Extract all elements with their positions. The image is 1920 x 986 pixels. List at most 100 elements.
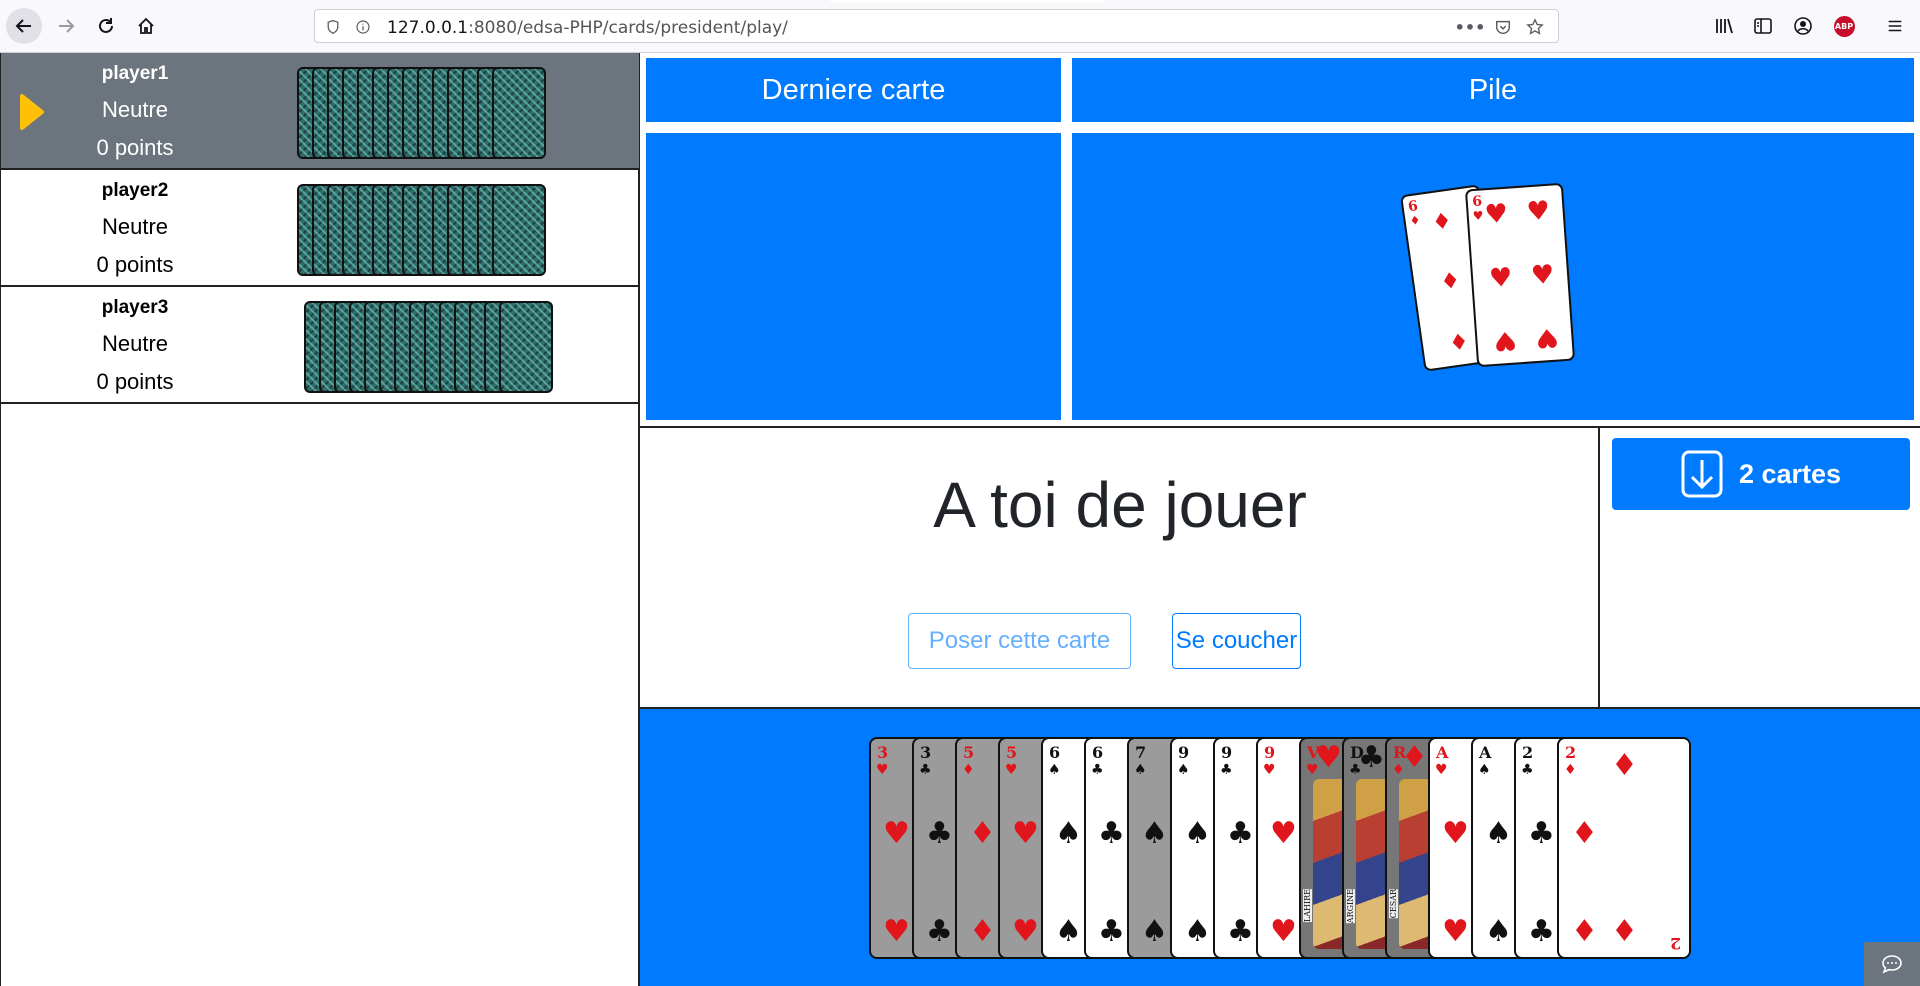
browser-toolbar: 127.0.0.1:8080/edsa-PHP/cards/president/…	[0, 0, 1920, 53]
card-back	[492, 67, 546, 159]
menu-icon[interactable]	[1883, 14, 1907, 38]
card-suit: ♦	[1571, 914, 1598, 949]
sidebar-icon[interactable]	[1751, 14, 1775, 38]
card-suit: ♣	[1227, 914, 1254, 949]
card-suit: ♠	[1184, 816, 1211, 851]
card-rank: 3	[920, 743, 932, 762]
play-card-button[interactable]: Poser cette carte	[908, 613, 1131, 669]
card-suit: ♣	[1358, 740, 1385, 775]
player-row: player2 Neutre 0 points	[1, 170, 639, 287]
card-suit: ♥	[876, 762, 889, 778]
card-suit: ♣	[1220, 762, 1233, 778]
card-rank: 9	[1178, 743, 1190, 762]
card-suit: ♦	[969, 816, 996, 851]
reload-button[interactable]	[88, 8, 124, 44]
home-button[interactable]	[128, 8, 164, 44]
card-suit: ♠	[1184, 914, 1211, 949]
card-suit: ♣	[1098, 816, 1125, 851]
card-suit: ♣	[1091, 762, 1104, 778]
draw-cards-button[interactable]: 2 cartes	[1612, 438, 1910, 510]
card-rank: 5	[963, 743, 975, 762]
card-suit: ♥	[883, 816, 910, 851]
card-suit: ♠	[1134, 762, 1147, 778]
card-back	[492, 184, 546, 276]
chat-button[interactable]	[1864, 942, 1920, 986]
last-card-area	[646, 133, 1061, 420]
account-icon[interactable]	[1791, 14, 1815, 38]
card-suit: ♥	[883, 914, 910, 949]
url-text: 127.0.0.1:8080/edsa-PHP/cards/president/…	[387, 18, 788, 38]
card-back	[499, 301, 553, 393]
player-row: player3 Neutre 0 points	[1, 287, 639, 404]
chat-icon	[1882, 955, 1902, 974]
card-rank: 6	[1092, 743, 1104, 762]
card-suit: ♣	[1227, 816, 1254, 851]
player-status: Neutre	[101, 97, 169, 122]
player-hand: 3 ♥ ♥ ♥ 3 ♣ ♣ ♣ 5 ♦ ♦ ♦ 5 ♥ ♥ ♥ 6 ♠ ♠ ♠ 6 ♣ ♣ ♣ 7 ♠ ♠ ♠ 9 ♠ ♠ ♠ 9 ♣ ♣ ♣ 9 ♥ ♥ ♥…	[640, 709, 1920, 986]
info-icon[interactable]	[353, 17, 373, 37]
card-suit: ♦	[1611, 914, 1638, 949]
pile-title: Pile	[1468, 73, 1518, 106]
draw-cards-label: 2 cartes	[1738, 458, 1842, 489]
player-points: 0 points	[96, 252, 174, 277]
card-rank: A	[1479, 743, 1492, 762]
card-suit: ♥	[1315, 740, 1342, 775]
card-suit: ♠	[1048, 762, 1061, 778]
card-suit: ♠	[1055, 816, 1082, 851]
arrow-down-box-icon	[1681, 450, 1723, 498]
card-suit: ♥	[1263, 762, 1276, 778]
card-suit: ♥	[1442, 914, 1469, 949]
card-suit: ♥	[1270, 914, 1297, 949]
face-card-name: ARGINE	[1346, 889, 1355, 924]
players-panel: player1 Neutre 0 points player2 Neutre 0 poin…	[0, 53, 640, 986]
forward-button[interactable]	[48, 8, 84, 44]
turn-message: A toi de jouer	[933, 469, 1307, 541]
pass-button[interactable]: Se coucher	[1172, 613, 1301, 669]
star-icon[interactable]	[1525, 17, 1545, 37]
card-suit: ♣	[926, 816, 953, 851]
shield-icon[interactable]	[323, 17, 343, 37]
card-suit: ♣	[1528, 816, 1555, 851]
card-suit: ♣	[926, 914, 953, 949]
player-name: player2	[101, 180, 169, 201]
card-suit: ♥	[1435, 762, 1448, 778]
card-suit: ♦	[1401, 740, 1428, 775]
card-rank: 2	[1522, 743, 1534, 762]
last-card-header: Derniere carte	[646, 58, 1061, 122]
card-suit: ♦	[1564, 762, 1577, 778]
arrow-left-icon	[15, 19, 31, 33]
card-suit: ♠	[1485, 816, 1512, 851]
pile-area: 6 ♦ ♦ ♦ ♦ 6 ♥ ♥ ♥ ♥ ♥ ♥ ♥	[1072, 133, 1914, 420]
card-suit: ♠	[1478, 762, 1491, 778]
reload-icon	[99, 18, 113, 33]
face-card-name: LAHIRE	[1303, 889, 1312, 923]
adblock-icon[interactable]: ABP	[1832, 14, 1856, 38]
player-points: 0 points	[96, 369, 174, 394]
card-rank: 7	[1135, 743, 1147, 762]
arrow-right-icon	[59, 19, 75, 33]
hand-card[interactable]: 2 ♦ ♦ ♦ ♦ ♦ 2	[1557, 737, 1691, 959]
card-suit: ♦	[1611, 748, 1638, 783]
card-rank: 6	[1049, 743, 1061, 762]
more-horizontal-icon[interactable]: •••	[1455, 17, 1486, 37]
card-suit: ♣	[1528, 914, 1555, 949]
last-card-title: Derniere carte	[761, 73, 946, 106]
face-card-name: CESAR	[1389, 889, 1398, 919]
card-suit: ♣	[919, 762, 932, 778]
section-divider	[1598, 428, 1600, 709]
card-rank: 3	[877, 743, 889, 762]
url-bar[interactable]: 127.0.0.1:8080/edsa-PHP/cards/president/…	[314, 9, 1559, 43]
player-status: Neutre	[101, 331, 169, 356]
card-suit: ♠	[1055, 914, 1082, 949]
player-name: player1	[101, 63, 169, 84]
pile-header: Pile	[1072, 58, 1914, 122]
back-button[interactable]	[6, 8, 42, 44]
card-suit: ♠	[1141, 914, 1168, 949]
card-rank: 2	[1669, 934, 1681, 953]
library-icon[interactable]	[1712, 14, 1736, 38]
card-suit: ♠	[1485, 914, 1512, 949]
pocket-icon[interactable]	[1493, 17, 1513, 37]
player-name: player3	[101, 297, 169, 318]
card-suit: ♥	[1270, 816, 1297, 851]
card-suit: ♦	[1571, 816, 1598, 851]
